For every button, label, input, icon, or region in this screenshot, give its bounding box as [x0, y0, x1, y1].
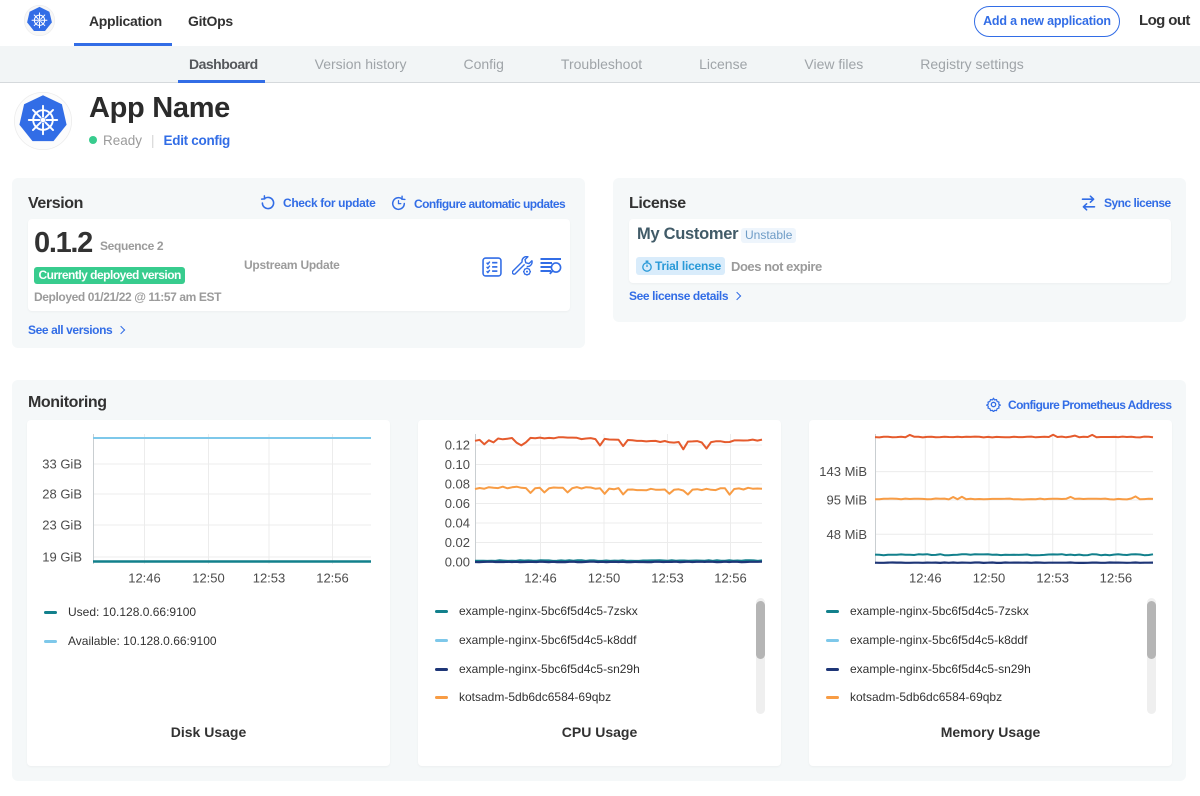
svg-text:12:53: 12:53 — [253, 571, 286, 586]
svg-text:0.04: 0.04 — [445, 516, 470, 531]
svg-text:12:56: 12:56 — [1100, 571, 1133, 586]
svg-text:0.10: 0.10 — [445, 457, 470, 472]
svg-text:23 GiB: 23 GiB — [42, 518, 82, 533]
svg-text:143 MiB: 143 MiB — [819, 464, 867, 479]
svg-text:12:46: 12:46 — [909, 571, 942, 586]
svg-text:12:50: 12:50 — [588, 571, 621, 586]
svg-text:95 MiB: 95 MiB — [827, 493, 867, 508]
svg-text:48 MiB: 48 MiB — [827, 527, 867, 542]
svg-text:33 GiB: 33 GiB — [42, 457, 82, 472]
svg-text:12:50: 12:50 — [973, 571, 1006, 586]
svg-text:12:50: 12:50 — [192, 571, 225, 586]
svg-text:0.06: 0.06 — [445, 496, 470, 511]
svg-text:28 GiB: 28 GiB — [42, 487, 82, 502]
svg-text:12:56: 12:56 — [316, 571, 349, 586]
svg-text:0.00: 0.00 — [445, 555, 470, 570]
svg-text:12:53: 12:53 — [651, 571, 684, 586]
svg-text:0.12: 0.12 — [445, 438, 470, 453]
svg-text:12:56: 12:56 — [714, 571, 747, 586]
svg-text:12:46: 12:46 — [128, 571, 161, 586]
svg-text:19 GiB: 19 GiB — [42, 550, 82, 565]
svg-text:12:53: 12:53 — [1036, 571, 1069, 586]
svg-text:0.08: 0.08 — [445, 477, 470, 492]
svg-text:0.02: 0.02 — [445, 535, 470, 550]
svg-text:12:46: 12:46 — [524, 571, 557, 586]
